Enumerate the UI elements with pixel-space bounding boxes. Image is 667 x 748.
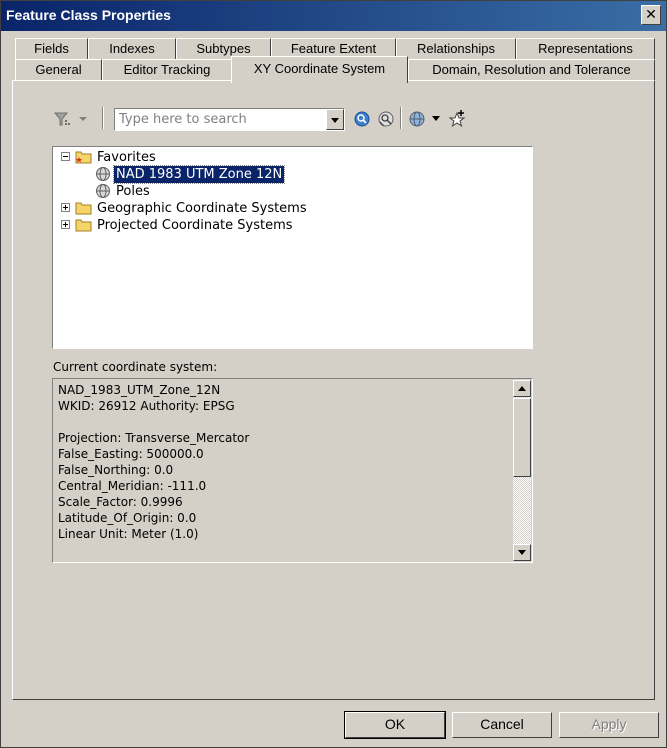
tree-node-projected[interactable]: Projected Coordinate Systems <box>97 217 293 234</box>
tab-relationships[interactable]: Relationships <box>396 38 516 60</box>
info-line: Central_Meridian: -111.0 <box>58 479 207 493</box>
toolbar-separator <box>102 107 104 129</box>
info-line: Latitude_Of_Origin: 0.0 <box>58 511 197 525</box>
tab-domain-resolution-tolerance[interactable]: Domain, Resolution and Tolerance <box>408 59 655 81</box>
window-title: Feature Class Properties <box>6 7 171 23</box>
dialog-window: Feature Class Properties ✕ Fields Indexe… <box>0 0 667 748</box>
collapse-icon[interactable] <box>61 152 70 161</box>
info-line: Scale_Factor: 0.9996 <box>58 495 183 509</box>
tab-indexes[interactable]: Indexes <box>88 38 176 60</box>
tree-node-poles[interactable]: Poles <box>116 183 150 200</box>
filter-icon[interactable] <box>53 110 93 128</box>
current-coordinate-system-info[interactable]: NAD_1983_UTM_Zone_12N WKID: 26912 Author… <box>52 378 533 563</box>
tab-general[interactable]: General <box>15 59 102 81</box>
search-input[interactable] <box>119 111 324 128</box>
apply-button[interactable]: Apply <box>559 712 659 738</box>
title-bar[interactable]: Feature Class Properties ✕ <box>1 1 666 31</box>
ok-button[interactable]: OK <box>344 711 446 739</box>
scroll-down-button[interactable] <box>513 544 531 561</box>
folder-icon <box>75 202 92 215</box>
add-favorite-icon[interactable] <box>448 109 466 129</box>
globe-icon[interactable] <box>408 110 444 128</box>
vertical-scrollbar[interactable] <box>513 380 531 561</box>
tab-representations[interactable]: Representations <box>516 38 655 60</box>
coordinate-info-text: NAD_1983_UTM_Zone_12N WKID: 26912 Author… <box>58 382 249 542</box>
clear-search-icon[interactable] <box>377 110 395 128</box>
info-line: False_Easting: 500000.0 <box>58 447 204 461</box>
expand-icon[interactable] <box>61 203 70 212</box>
tab-fields[interactable]: Fields <box>15 38 88 60</box>
tree-node-geographic[interactable]: Geographic Coordinate Systems <box>97 200 307 217</box>
tree-node-nad-1983-utm-12n[interactable]: NAD 1983 UTM Zone 12N <box>112 165 286 184</box>
globe-icon <box>96 184 110 198</box>
globe-icon <box>96 167 110 181</box>
search-icon[interactable] <box>353 110 371 128</box>
info-line: WKID: 26912 Authority: EPSG <box>58 399 235 413</box>
toolbar-separator <box>400 107 402 129</box>
close-button[interactable]: ✕ <box>641 5 661 25</box>
close-icon: ✕ <box>645 6 657 22</box>
cancel-button[interactable]: Cancel <box>452 712 552 738</box>
info-line <box>58 414 249 430</box>
info-line: NAD_1983_UTM_Zone_12N <box>58 383 221 397</box>
scroll-thumb[interactable] <box>513 398 531 477</box>
tab-editor-tracking[interactable]: Editor Tracking <box>102 59 232 81</box>
info-line: Linear Unit: Meter (1.0) <box>58 527 199 541</box>
coordinate-system-tree[interactable]: Favorites NAD 1983 UTM Zone 12N Poles Ge… <box>52 146 533 349</box>
tree-node-favorites[interactable]: Favorites <box>97 149 156 166</box>
current-coordinate-system-label: Current coordinate system: <box>53 360 218 374</box>
expand-icon[interactable] <box>61 220 70 229</box>
favorites-folder-icon <box>75 151 92 164</box>
info-line: Projection: Transverse_Mercator <box>58 431 250 445</box>
search-combobox[interactable] <box>114 108 345 131</box>
scroll-up-button[interactable] <box>513 380 531 397</box>
search-dropdown-button[interactable] <box>326 109 344 130</box>
folder-icon <box>75 219 92 232</box>
info-line: False_Northing: 0.0 <box>58 463 174 477</box>
tab-xy-coordinate-system[interactable]: XY Coordinate System <box>231 56 408 83</box>
